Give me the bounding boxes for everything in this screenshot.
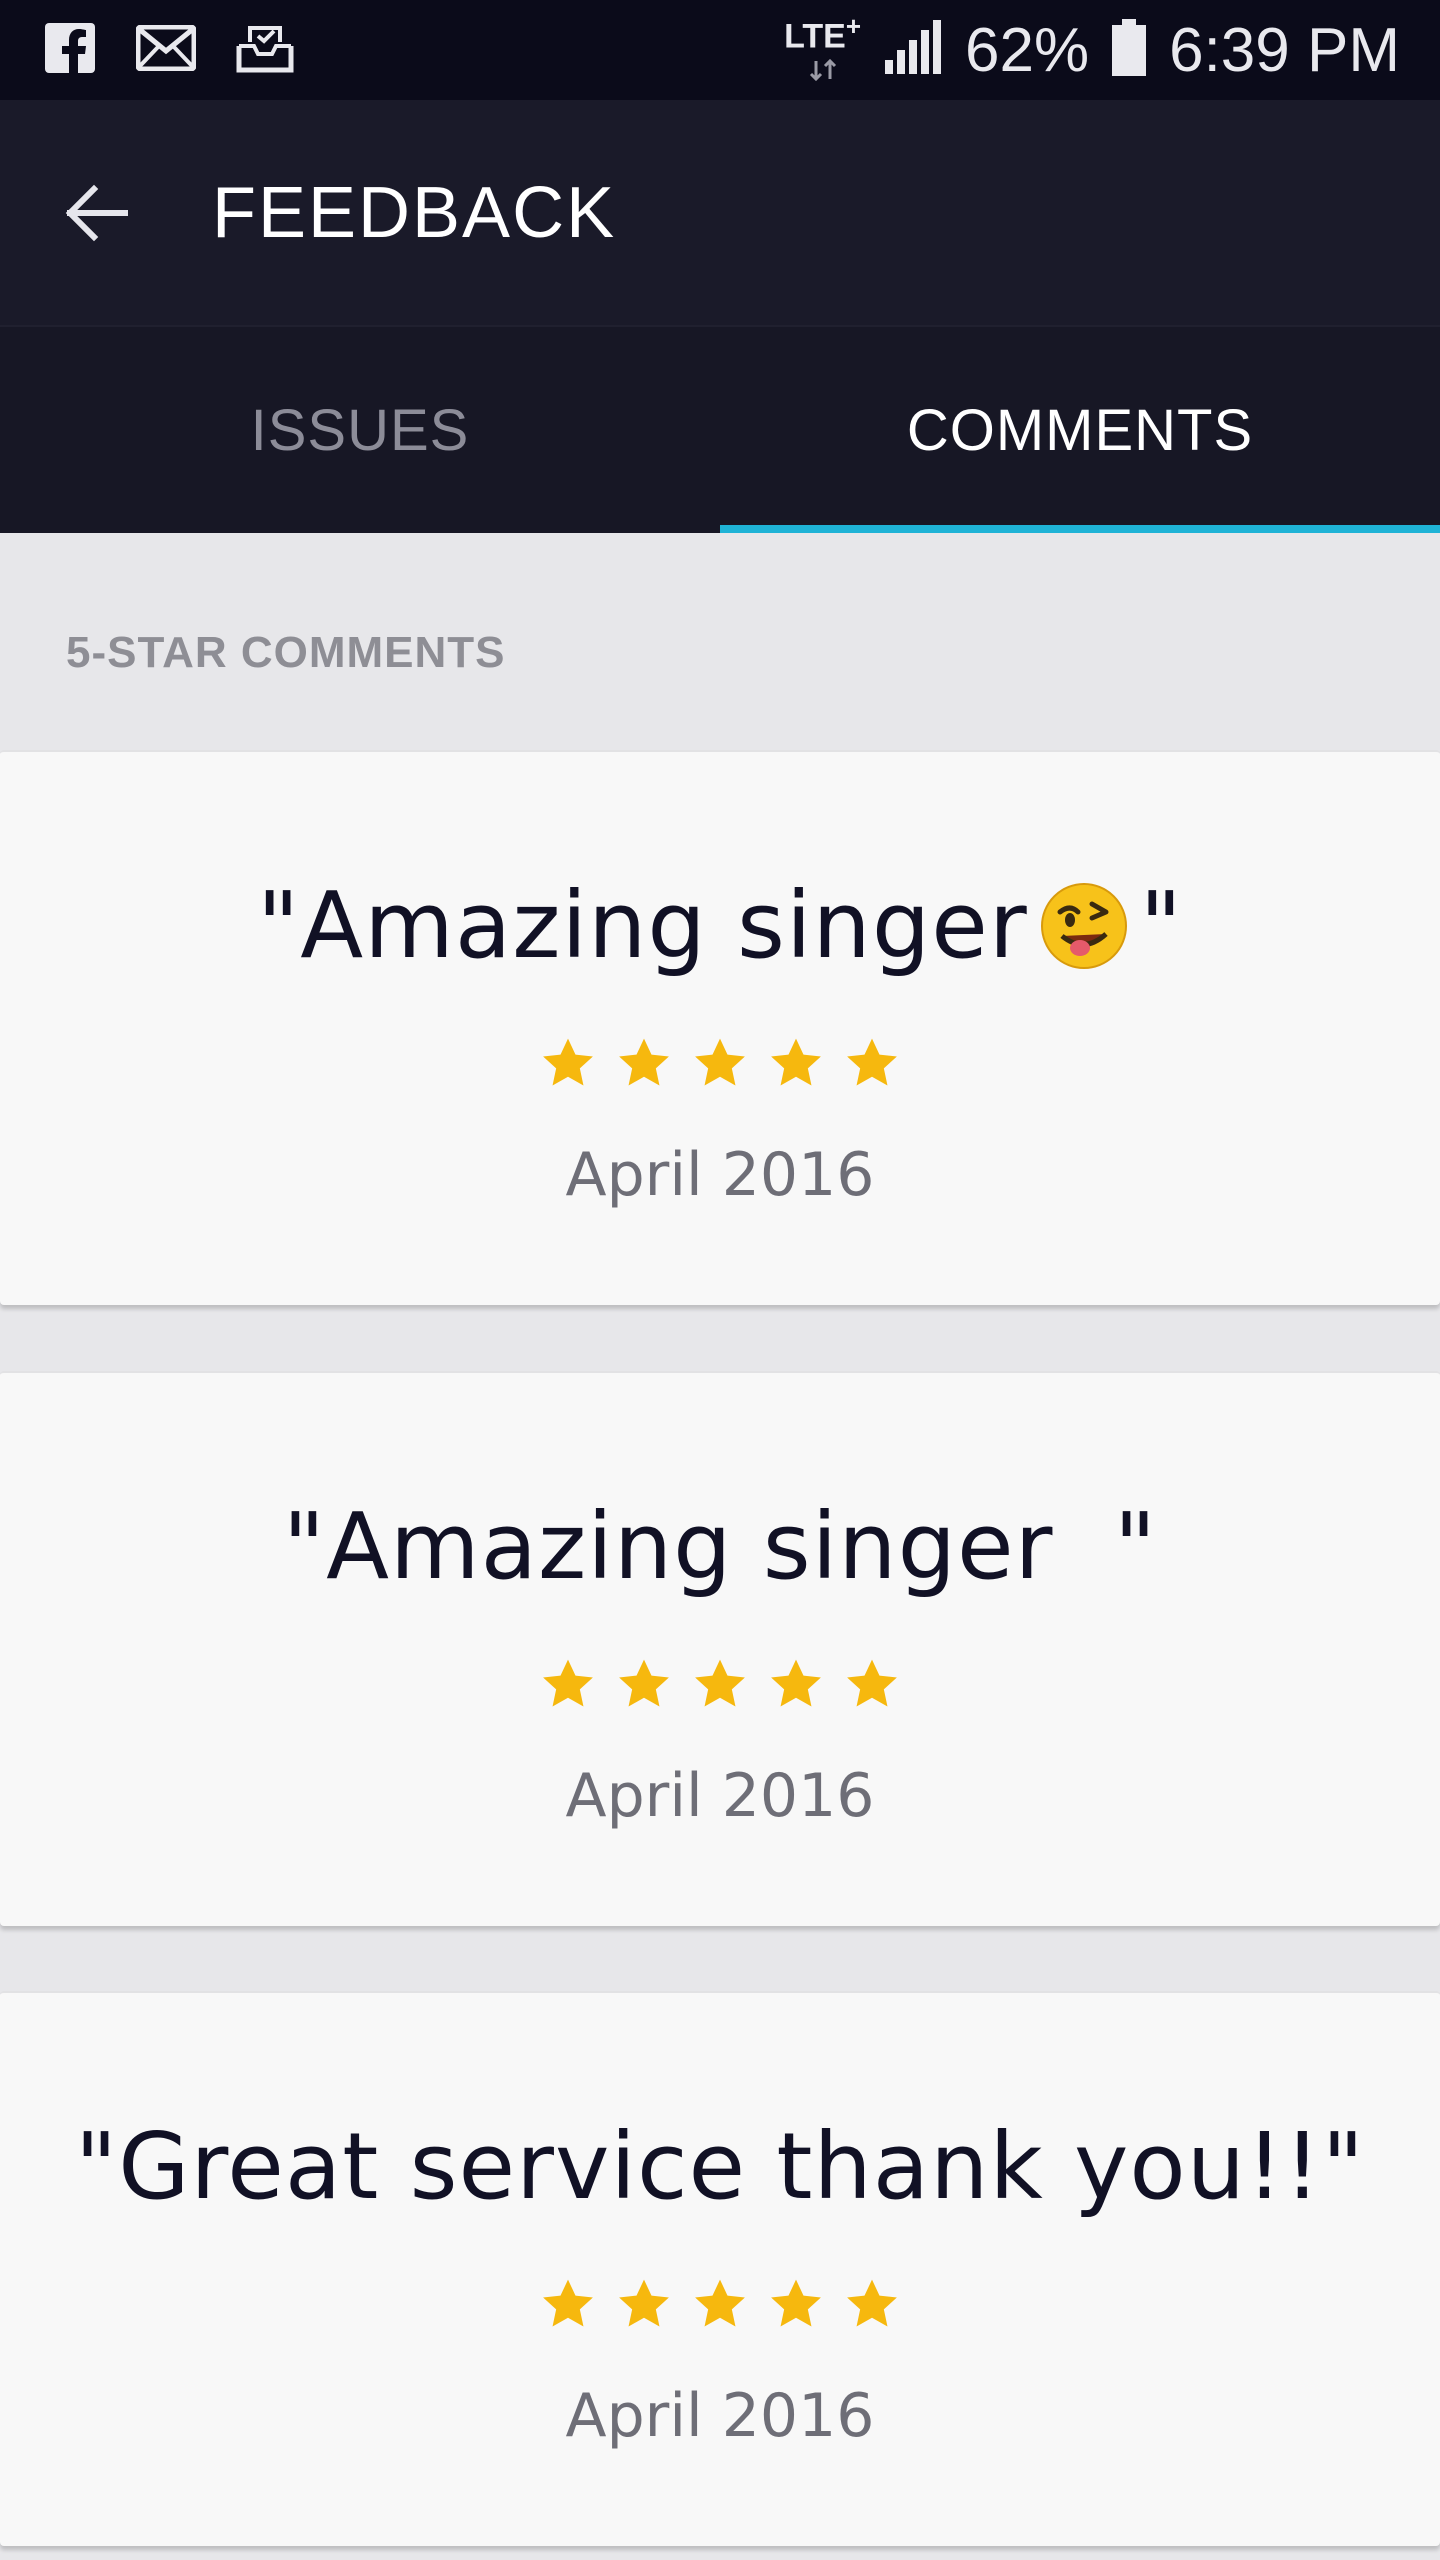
battery-icon xyxy=(1111,18,1147,82)
winking-face-tongue-emoji xyxy=(1040,882,1127,969)
inbox-icon xyxy=(236,22,294,79)
star-icon xyxy=(695,1038,745,1086)
tab-indicator xyxy=(720,525,1440,533)
lte-indicator: LTE+ xyxy=(784,13,861,82)
star-rating xyxy=(0,1035,1440,1093)
star-icon xyxy=(771,1038,821,1086)
arrow-back-icon xyxy=(65,184,128,241)
tab-issues-label: ISSUES xyxy=(250,397,470,463)
star-icon xyxy=(543,1659,593,1707)
star-icon xyxy=(543,2279,593,2327)
page-title: FEEDBACK xyxy=(212,172,617,253)
comment-card: "Great service thank you!!" April 2016 xyxy=(0,1991,1440,2546)
tab-comments-label: COMMENTS xyxy=(906,397,1254,463)
notification-icons xyxy=(44,22,294,79)
section-header: 5-STAR COMMENTS xyxy=(66,628,506,677)
battery-percent: 62% xyxy=(965,15,1090,85)
comment-text: "Great service thank you!!" xyxy=(74,2113,1366,2220)
comment-text-part: "Amazing singer xyxy=(256,872,1028,979)
star-icon xyxy=(619,1659,669,1707)
star-icon xyxy=(771,1659,821,1707)
star-icon xyxy=(847,1038,897,1086)
comment-card: "Amazing singer " April 2016 xyxy=(0,750,1440,1305)
comment-text: "Amazing singer " xyxy=(0,872,1440,979)
comment-date: April 2016 xyxy=(565,1140,875,1210)
star-icon xyxy=(771,2279,821,2327)
star-rating xyxy=(0,2276,1440,2334)
data-arrows-icon xyxy=(809,59,836,82)
star-icon xyxy=(619,1038,669,1086)
star-icon xyxy=(695,2279,745,2327)
comment-date: April 2016 xyxy=(565,2381,875,2451)
status-bar: LTE+ 62% 6:39 PM xyxy=(0,0,1440,100)
star-icon xyxy=(619,2279,669,2327)
mail-icon xyxy=(135,24,197,76)
star-icon xyxy=(847,1659,897,1707)
network-type: LTE xyxy=(784,17,846,56)
tab-comments[interactable]: COMMENTS xyxy=(720,327,1440,533)
comment-date: April 2016 xyxy=(565,1761,875,1831)
tab-bar: ISSUES COMMENTS xyxy=(0,325,1440,533)
comment-text: "Amazing singer " xyxy=(282,1493,1158,1600)
star-rating xyxy=(0,1656,1440,1714)
star-icon xyxy=(695,1659,745,1707)
star-icon xyxy=(847,2279,897,2327)
star-icon xyxy=(543,1038,593,1086)
back-button[interactable] xyxy=(60,177,132,249)
comment-text-part: " xyxy=(1139,872,1183,979)
tab-issues[interactable]: ISSUES xyxy=(0,327,720,533)
app-bar: FEEDBACK xyxy=(0,100,1440,325)
signal-icon xyxy=(883,19,943,81)
network-plus: + xyxy=(845,10,861,41)
facebook-icon xyxy=(44,22,96,79)
comment-card: "Amazing singer " April 2016 xyxy=(0,1371,1440,1926)
clock: 6:39 PM xyxy=(1169,15,1400,85)
